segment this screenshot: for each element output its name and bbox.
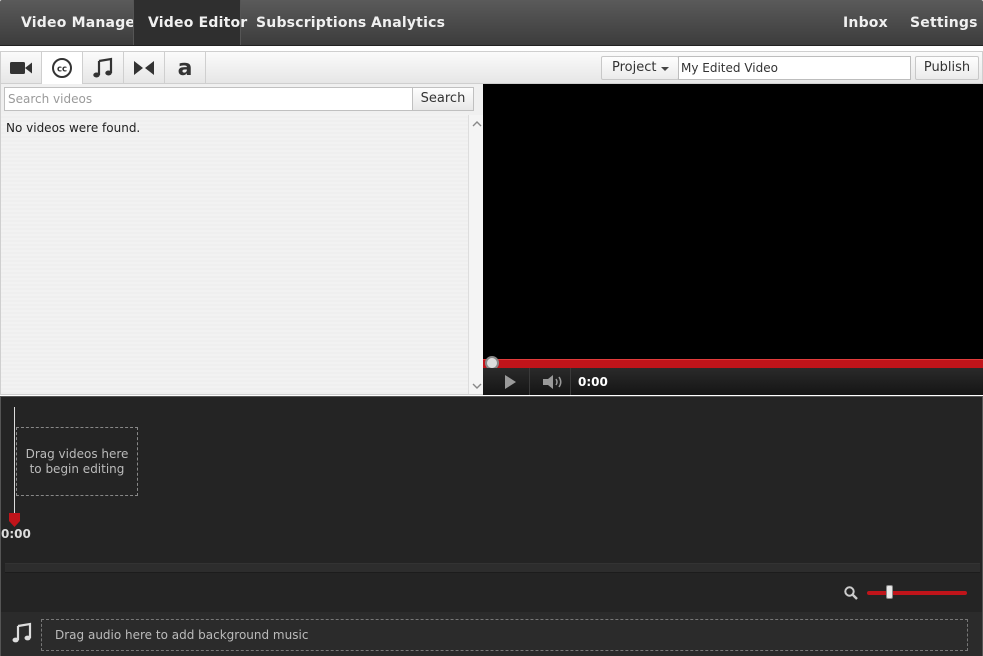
player-controls: 0:00 bbox=[483, 368, 983, 395]
nav-video-editor[interactable]: Video Editor bbox=[133, 0, 247, 45]
svg-text:cc: cc bbox=[57, 65, 67, 75]
nav-subscriptions[interactable]: Subscriptions bbox=[256, 0, 366, 45]
scroll-down-icon[interactable] bbox=[472, 381, 482, 391]
video-editor-app: Video Manager Video Editor Subscriptions… bbox=[0, 0, 983, 656]
search-input[interactable] bbox=[4, 87, 413, 111]
editor-toolbar: cc a Project Publish bbox=[0, 51, 983, 84]
audio-track: Drag audio here to add background music bbox=[1, 612, 982, 656]
video-list bbox=[1, 114, 468, 394]
tab-text[interactable]: a bbox=[165, 52, 206, 84]
text-icon: a bbox=[178, 58, 193, 78]
zoom-icon bbox=[844, 586, 858, 600]
scroll-up-icon[interactable] bbox=[472, 119, 482, 129]
audio-drop-zone[interactable]: Drag audio here to add background music bbox=[41, 619, 968, 651]
nav-inbox[interactable]: Inbox bbox=[843, 0, 888, 45]
video-drop-zone[interactable]: Drag videos here to begin editing bbox=[16, 427, 138, 496]
video-title-input[interactable] bbox=[678, 56, 911, 80]
project-dropdown[interactable]: Project bbox=[601, 56, 679, 80]
video-preview-player[interactable]: 0:00 bbox=[483, 84, 983, 395]
scrollbar[interactable] bbox=[468, 115, 484, 394]
zoom-slider[interactable] bbox=[867, 591, 967, 595]
tab-audio[interactable] bbox=[83, 52, 124, 84]
nav-video-manager[interactable]: Video Manager bbox=[21, 0, 142, 45]
music-note-icon bbox=[12, 622, 32, 643]
control-divider bbox=[570, 368, 571, 395]
svg-text:a: a bbox=[178, 58, 193, 78]
tab-captions[interactable]: cc bbox=[42, 52, 83, 84]
progress-bar[interactable] bbox=[483, 359, 983, 368]
transition-icon bbox=[134, 61, 154, 75]
tab-videos[interactable] bbox=[1, 52, 42, 84]
video-camera-icon bbox=[10, 62, 32, 74]
closed-caption-icon: cc bbox=[52, 58, 72, 78]
zoom-slider-handle[interactable] bbox=[885, 585, 893, 599]
tab-transitions[interactable] bbox=[124, 52, 165, 84]
playhead-marker-icon[interactable] bbox=[9, 513, 20, 527]
timeline-panel: Drag videos here to begin editing 0:00 D… bbox=[0, 396, 983, 656]
project-label: Project bbox=[612, 60, 657, 75]
nav-analytics[interactable]: Analytics bbox=[371, 0, 445, 45]
publish-button[interactable]: Publish bbox=[915, 56, 979, 80]
top-navigation: Video Manager Video Editor Subscriptions… bbox=[0, 0, 983, 46]
play-icon[interactable] bbox=[503, 374, 517, 390]
playhead-time: 0:00 bbox=[1, 527, 31, 541]
video-library-panel: Search No videos were found. bbox=[0, 84, 484, 395]
chevron-down-icon bbox=[661, 67, 669, 71]
music-note-icon bbox=[93, 57, 113, 78]
search-button[interactable]: Search bbox=[412, 87, 474, 111]
control-divider bbox=[529, 368, 530, 395]
track-divider bbox=[5, 563, 980, 573]
time-display: 0:00 bbox=[578, 375, 608, 389]
playhead-line[interactable] bbox=[14, 407, 15, 517]
volume-icon[interactable] bbox=[542, 374, 566, 390]
empty-list-message: No videos were found. bbox=[6, 121, 141, 135]
nav-settings[interactable]: Settings bbox=[910, 0, 978, 45]
